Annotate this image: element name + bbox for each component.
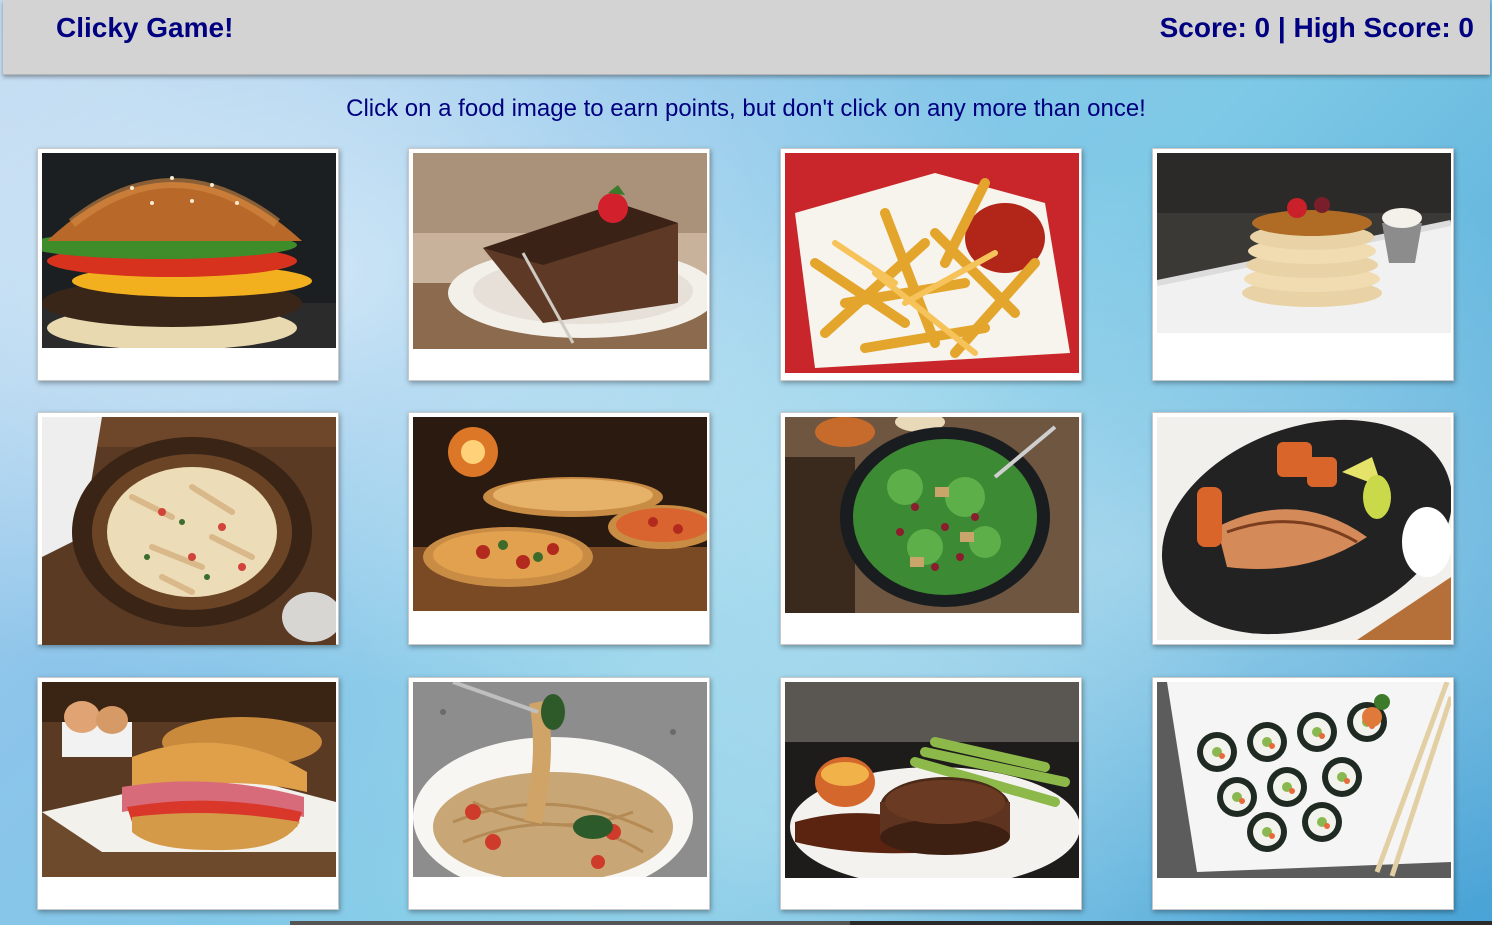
score-display: Score: 0 | High Score: 0 (1159, 12, 1474, 43)
food-card-pizza[interactable] (408, 412, 710, 645)
instructions-text: Click on a food image to earn points, bu… (346, 95, 1146, 122)
food-card-burger[interactable] (37, 148, 339, 381)
food-card-pasta[interactable] (37, 412, 339, 645)
food-card-pancakes[interactable] (1152, 148, 1454, 381)
spaghetti-image[interactable] (413, 682, 707, 877)
chocolate-cake-image[interactable] (413, 153, 707, 349)
scrollbar-thumb[interactable] (290, 921, 850, 925)
salad-image[interactable] (785, 417, 1079, 613)
food-card-spaghetti[interactable] (408, 677, 710, 910)
horizontal-scrollbar[interactable] (290, 921, 1492, 925)
food-card-sushi[interactable] (1152, 677, 1454, 910)
food-card-french-fries[interactable] (780, 148, 1082, 381)
food-card-chocolate-cake[interactable] (408, 148, 710, 381)
burger-image[interactable] (42, 153, 336, 348)
pancakes-image[interactable] (1157, 153, 1451, 333)
game-title[interactable]: Clicky Game! (56, 12, 233, 44)
food-card-steak[interactable] (780, 677, 1082, 910)
pasta-image[interactable] (42, 417, 336, 645)
food-card-salmon[interactable] (1152, 412, 1454, 645)
navbar: Clicky Game! Score: 0 | High Score: 0 (3, 0, 1490, 75)
sandwich-image[interactable] (42, 682, 336, 877)
pizza-image[interactable] (413, 417, 707, 611)
sushi-image[interactable] (1157, 682, 1451, 878)
french-fries-image[interactable] (785, 153, 1079, 373)
food-card-sandwich[interactable] (37, 677, 339, 910)
food-card-salad[interactable] (780, 412, 1082, 645)
salmon-image[interactable] (1157, 417, 1451, 640)
steak-image[interactable] (785, 682, 1079, 878)
